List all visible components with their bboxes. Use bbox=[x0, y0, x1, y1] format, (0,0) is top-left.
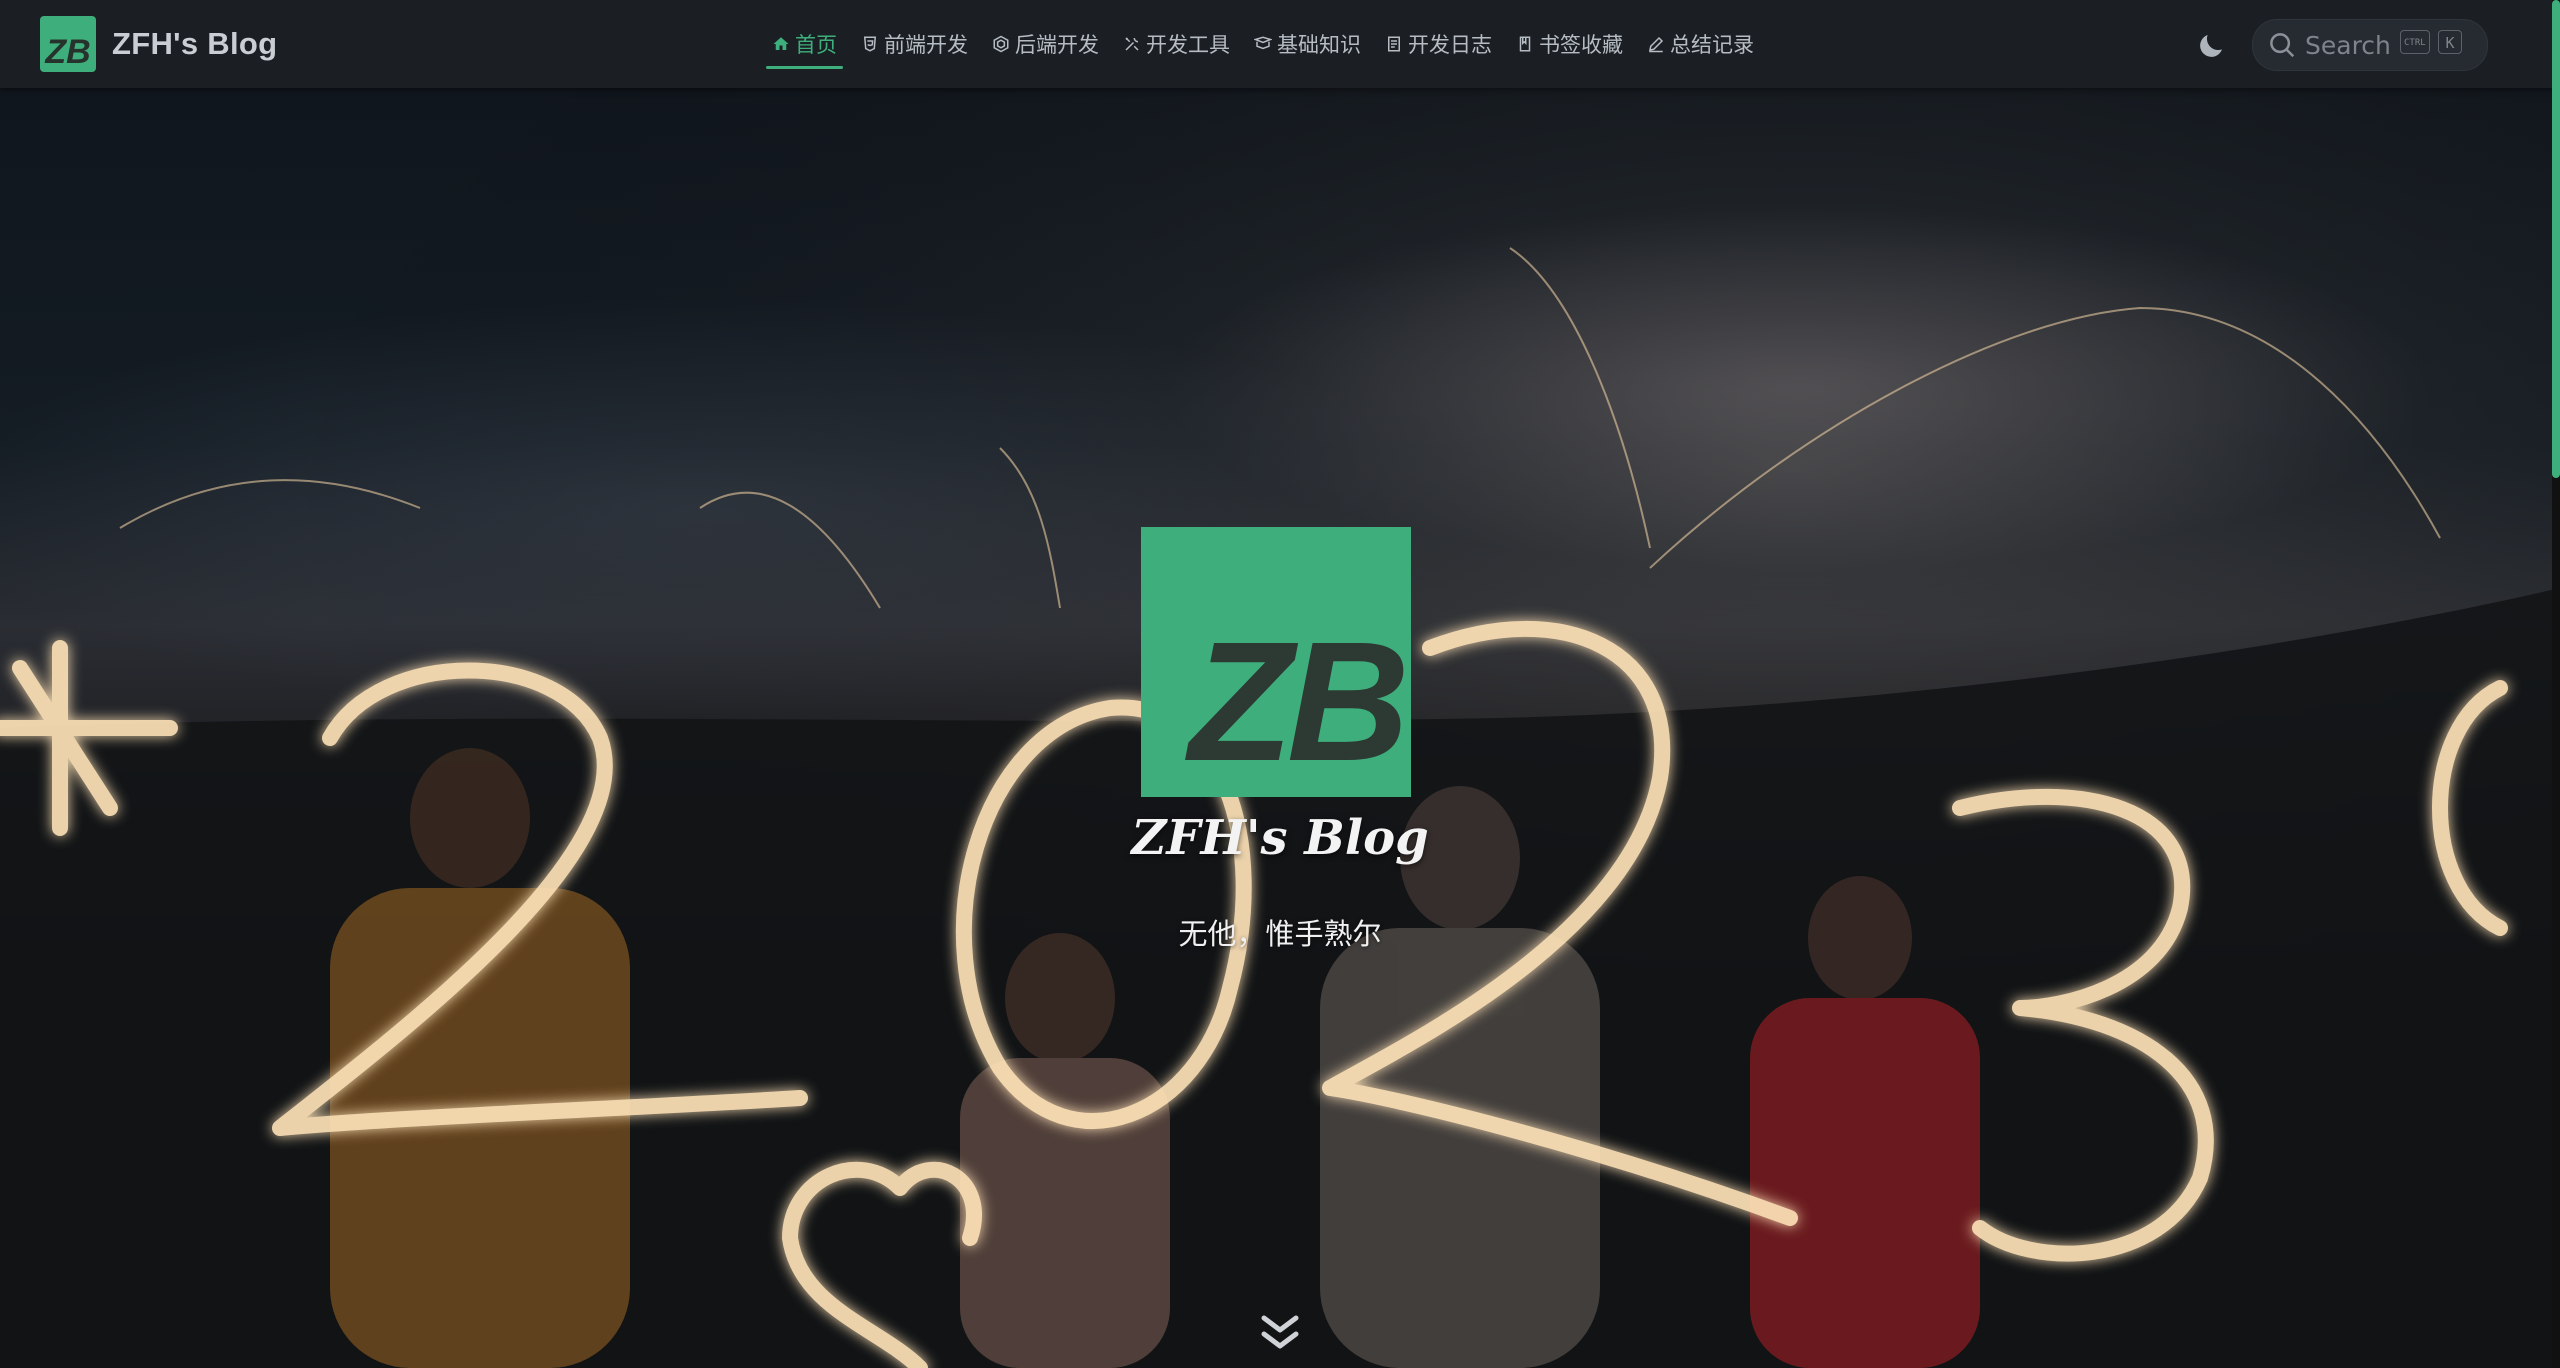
nav-item-label: 书签收藏 bbox=[1539, 33, 1623, 57]
nav-item-backend[interactable]: 后端开发 bbox=[980, 0, 1111, 88]
search-button[interactable]: Search CTRL K bbox=[2252, 19, 2488, 71]
kbd-k: K bbox=[2438, 30, 2462, 54]
home-icon bbox=[773, 37, 789, 50]
hero-logo: ZB bbox=[1141, 527, 1411, 797]
notes-icon bbox=[1388, 36, 1400, 52]
nav-item-home[interactable]: 首页 bbox=[760, 0, 849, 88]
navbar: ZB ZFH's Blog 首页 前端开发 后端开发 开发工具 基础知识 开发日… bbox=[0, 0, 2560, 88]
pen-icon bbox=[1649, 36, 1664, 53]
bookmark-icon bbox=[1519, 36, 1531, 52]
nav-item-label: 后端开发 bbox=[1015, 33, 1099, 57]
hero-banner: ZB ZFH's Blog 无他，惟手熟尔 bbox=[0, 88, 2560, 1368]
kbd-ctrl: CTRL bbox=[2400, 30, 2430, 54]
html5-icon bbox=[863, 36, 877, 52]
nav-item-frontend[interactable]: 前端开发 bbox=[849, 0, 980, 88]
chevron-double-down-icon[interactable] bbox=[1258, 1306, 1302, 1356]
nav-item-label: 首页 bbox=[795, 33, 837, 57]
hexagon-icon bbox=[993, 35, 1009, 53]
nav-item-label: 开发日志 bbox=[1408, 33, 1492, 57]
nav-item-dev-log[interactable]: 开发日志 bbox=[1373, 0, 1504, 88]
search-icon bbox=[2270, 33, 2295, 58]
nav-item-dev-tools[interactable]: 开发工具 bbox=[1111, 0, 1242, 88]
page-scrollbar[interactable] bbox=[2552, 0, 2560, 1368]
tools-icon bbox=[1125, 37, 1139, 51]
brand-home-link[interactable]: ZB ZFH's Blog bbox=[40, 16, 277, 72]
brand-title: ZFH's Blog bbox=[112, 26, 278, 61]
brand-logo: ZB bbox=[40, 16, 96, 72]
nav-item-fundamentals[interactable]: 基础知识 bbox=[1242, 0, 1373, 88]
main-nav: 首页 前端开发 后端开发 开发工具 基础知识 开发日志 书签收藏 总结记录 bbox=[760, 0, 1766, 88]
book-icon bbox=[1254, 36, 1272, 50]
hero-content: ZB ZFH's Blog 无他，惟手熟尔 bbox=[0, 88, 2560, 1368]
nav-item-label: 前端开发 bbox=[884, 33, 968, 57]
nav-item-label: 基础知识 bbox=[1277, 33, 1361, 57]
nav-item-bookmarks[interactable]: 书签收藏 bbox=[1504, 0, 1635, 88]
search-placeholder: Search bbox=[2305, 30, 2391, 60]
nav-item-label: 总结记录 bbox=[1670, 33, 1754, 57]
hero-title: ZFH's Blog bbox=[1131, 810, 1429, 866]
hero-tagline: 无他，惟手熟尔 bbox=[1178, 917, 1382, 951]
nav-item-label: 开发工具 bbox=[1146, 33, 1230, 57]
moon-icon[interactable] bbox=[2197, 30, 2227, 60]
nav-item-summaries[interactable]: 总结记录 bbox=[1635, 0, 1766, 88]
scrollbar-thumb[interactable] bbox=[2552, 0, 2560, 478]
